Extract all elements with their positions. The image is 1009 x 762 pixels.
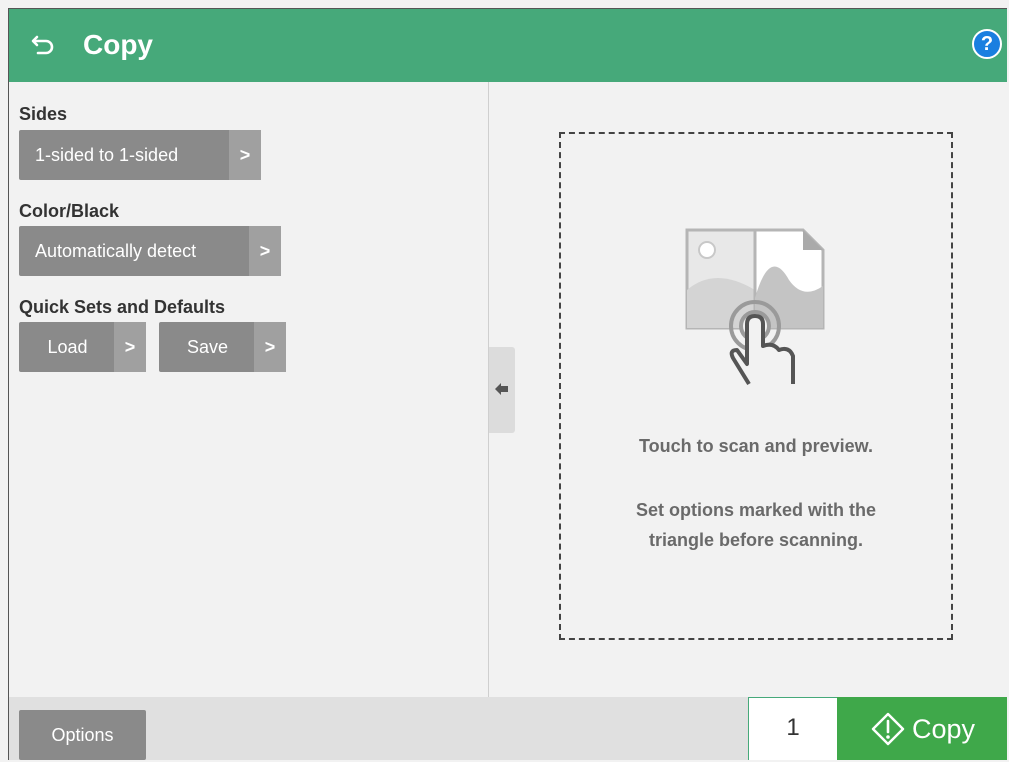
- copy-screen: Copy ? Sides 1-sided to 1-sided > Color/…: [8, 8, 1007, 760]
- sides-button[interactable]: 1-sided to 1-sided >: [19, 130, 261, 180]
- preview-instruction: Touch to scan and preview.: [638, 436, 874, 456]
- chevron-right-icon: >: [114, 322, 146, 372]
- start-diamond-icon: [871, 712, 905, 746]
- chevron-right-icon: >: [254, 322, 286, 372]
- page-title: Copy: [83, 29, 153, 60]
- color-button[interactable]: Automatically detect >: [19, 226, 281, 276]
- chevron-right-icon: >: [229, 130, 261, 180]
- copies-input[interactable]: 1: [748, 697, 837, 760]
- header-bar: Copy ?: [9, 9, 1007, 82]
- scan-preview-area[interactable]: Touch to scan and preview. Set options m…: [559, 132, 953, 640]
- arrow-left-icon: [495, 383, 508, 395]
- copy-start-button[interactable]: Copy: [837, 697, 1007, 760]
- load-button[interactable]: Load >: [19, 322, 146, 372]
- collapse-panel-tab[interactable]: [489, 347, 515, 433]
- copy-start-label: Copy: [911, 713, 976, 744]
- back-arrow-icon[interactable]: [31, 31, 57, 57]
- help-icon[interactable]: ?: [972, 29, 1002, 59]
- sides-label: Sides: [19, 104, 68, 124]
- footer-bar: Options 1 Copy: [9, 697, 1007, 760]
- options-button[interactable]: Options: [19, 710, 146, 760]
- scan-preview-icon: [685, 228, 825, 386]
- settings-panel: Sides 1-sided to 1-sided > Color/Black A…: [9, 82, 488, 697]
- save-label: Save: [186, 336, 229, 357]
- preview-note-line1: Set options marked with the: [635, 500, 877, 520]
- color-label: Color/Black: [19, 201, 120, 221]
- chevron-right-icon: >: [249, 226, 281, 276]
- load-label: Load: [47, 336, 88, 357]
- color-value: Automatically detect: [35, 240, 197, 261]
- save-button[interactable]: Save >: [159, 322, 286, 372]
- sides-value: 1-sided to 1-sided: [35, 144, 179, 165]
- quick-sets-label: Quick Sets and Defaults: [19, 297, 226, 317]
- preview-note-line2: triangle before scanning.: [648, 530, 864, 550]
